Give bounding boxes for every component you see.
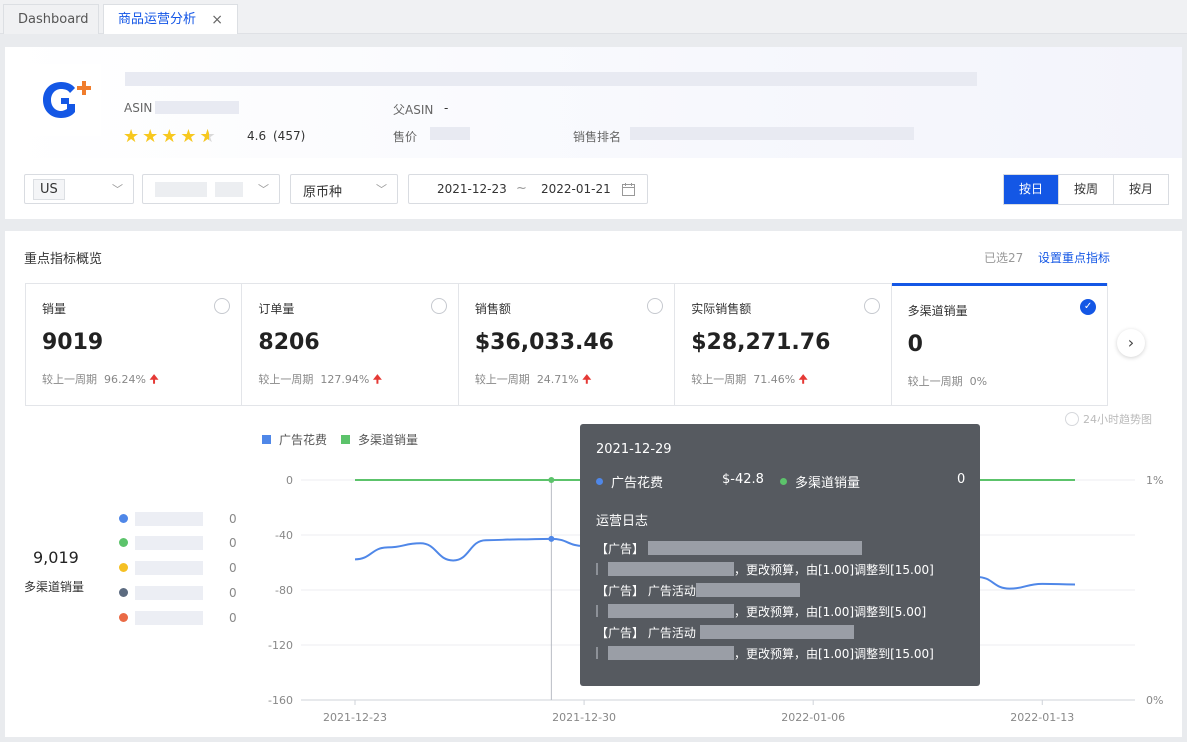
log-bullet (596, 605, 598, 617)
x-tick-label: 2021-12-23 (323, 711, 387, 724)
hover-point (548, 535, 555, 542)
tooltip-date: 2021-12-29 (596, 442, 672, 457)
asin-value-placeholder (155, 101, 239, 114)
log-tag: 【广告】 (596, 584, 645, 598)
chart-tooltip: 2021-12-29 广告花费 $-42.8 多渠道销量 0 运营日志 【广告】… (580, 424, 980, 686)
rank-placeholder (630, 127, 914, 140)
store-placeholder (155, 182, 207, 197)
log-bullet (596, 563, 598, 575)
store-select[interactable]: ﹀ (142, 174, 280, 204)
log-target-placeholder (608, 562, 734, 576)
log-entry-header: 【广告】 (596, 540, 862, 557)
currency-select[interactable]: 原币种 ﹀ (290, 174, 398, 204)
y-right-tick-label: 0% (1146, 694, 1163, 707)
y-tick-label: -40 (275, 529, 293, 542)
parent-asin-value: - (444, 101, 449, 115)
date-start: 2021-12-23 (437, 182, 507, 196)
rating-value: 4.6 (247, 129, 267, 143)
series-name: 广告花费 (611, 476, 664, 491)
date-separator: ~ (516, 181, 527, 196)
rank-label: 销售排名 (573, 130, 622, 144)
currency-value: 原币种 (303, 185, 343, 200)
x-tick-label: 2021-12-30 (552, 711, 616, 724)
log-entry-detail: ，更改预算，由[1.00]调整到[15.00] (596, 561, 934, 578)
tab-label: Dashboard (18, 12, 89, 27)
tab-label: 商品运营分析 (118, 12, 197, 27)
tooltip-log-title: 运营日志 (596, 514, 649, 529)
log-tag: 【广告】 (596, 542, 645, 556)
by-day-button[interactable]: 按日 (1004, 175, 1059, 204)
log-tag: 【广告】 (596, 626, 645, 640)
series-dot (596, 478, 603, 485)
log-entry-header: 【广告】 广告活动 (596, 582, 800, 599)
rating-stars: ★★★★★ (123, 126, 219, 147)
by-week-button[interactable]: 按周 (1059, 175, 1114, 204)
parent-asin-label: 父ASIN (393, 103, 434, 117)
y-tick-label: -160 (268, 694, 293, 707)
store-placeholder (215, 182, 243, 197)
log-name-placeholder (699, 625, 854, 639)
chevron-down-icon: ﹀ (258, 183, 269, 196)
date-end: 2022-01-21 (541, 182, 611, 196)
log-detail: ，更改预算，由[1.00]调整到[15.00] (734, 647, 934, 661)
tab-product-analysis[interactable]: 商品运营分析 × (103, 4, 238, 34)
product-title-placeholder (125, 72, 977, 86)
tab-bar: Dashboard 商品运营分析 × (0, 0, 1187, 34)
log-name-placeholder (695, 583, 800, 597)
tooltip-series-multichannel: 多渠道销量 (780, 472, 860, 491)
price-placeholder (430, 127, 470, 140)
price-label: 售价 (393, 130, 418, 144)
tooltip-ad-spend-value: $-42.8 (722, 472, 764, 487)
product-logo (29, 64, 101, 136)
calendar-icon (622, 183, 635, 196)
log-sub: 广告活动 (647, 584, 696, 598)
date-range-picker[interactable]: 2021-12-23 ~ 2022-01-21 (408, 174, 648, 204)
log-entry-detail: ，更改预算，由[1.00]调整到[5.00] (596, 603, 926, 620)
log-entry-detail: ，更改预算，由[1.00]调整到[15.00] (596, 645, 934, 662)
hover-point (548, 477, 555, 483)
half-star-icon: ★ (200, 126, 219, 147)
y-right-tick-label: 1% (1146, 474, 1163, 487)
chevron-down-icon: ﹀ (376, 183, 387, 196)
granularity-toggle: 按日 按周 按月 (1003, 174, 1169, 205)
log-target-placeholder (608, 604, 734, 618)
tooltip-series-ad-spend: 广告花费 (596, 472, 663, 491)
y-tick-label: -120 (268, 639, 293, 652)
x-tick-label: 2022-01-13 (1010, 711, 1074, 724)
log-detail: ，更改预算，由[1.00]调整到[15.00] (734, 563, 934, 577)
log-target-placeholder (608, 646, 734, 660)
log-name-placeholder (647, 541, 862, 555)
by-month-button[interactable]: 按月 (1114, 175, 1168, 204)
review-count: (457) (273, 129, 306, 143)
tooltip-multichannel-value: 0 (957, 472, 966, 487)
overview-card: 重点指标概览 已选27 设置重点指标 销量 9019 较上一周期 96.24% … (5, 231, 1182, 737)
y-tick-label: -80 (275, 584, 293, 597)
close-icon[interactable]: × (211, 5, 223, 35)
log-bullet (596, 647, 598, 659)
country-tag: US (33, 179, 65, 200)
country-select[interactable]: US ﹀ (24, 174, 134, 204)
x-tick-label: 2022-01-06 (781, 711, 845, 724)
chevron-down-icon: ﹀ (112, 183, 123, 196)
log-sub: 广告活动 (647, 626, 696, 640)
log-detail: ，更改预算，由[1.00]调整到[5.00] (734, 605, 927, 619)
tab-dashboard[interactable]: Dashboard (3, 4, 99, 34)
series-name: 多渠道销量 (795, 476, 861, 491)
asin-label: ASIN (124, 101, 153, 115)
y-tick-label: 0 (286, 474, 293, 487)
series-dot (780, 478, 787, 485)
product-header-card: ASIN 父ASIN - ★★★★★ 4.6 (457) 售价 销售排名 US … (5, 47, 1182, 219)
log-entry-header: 【广告】 广告活动 (596, 624, 854, 641)
